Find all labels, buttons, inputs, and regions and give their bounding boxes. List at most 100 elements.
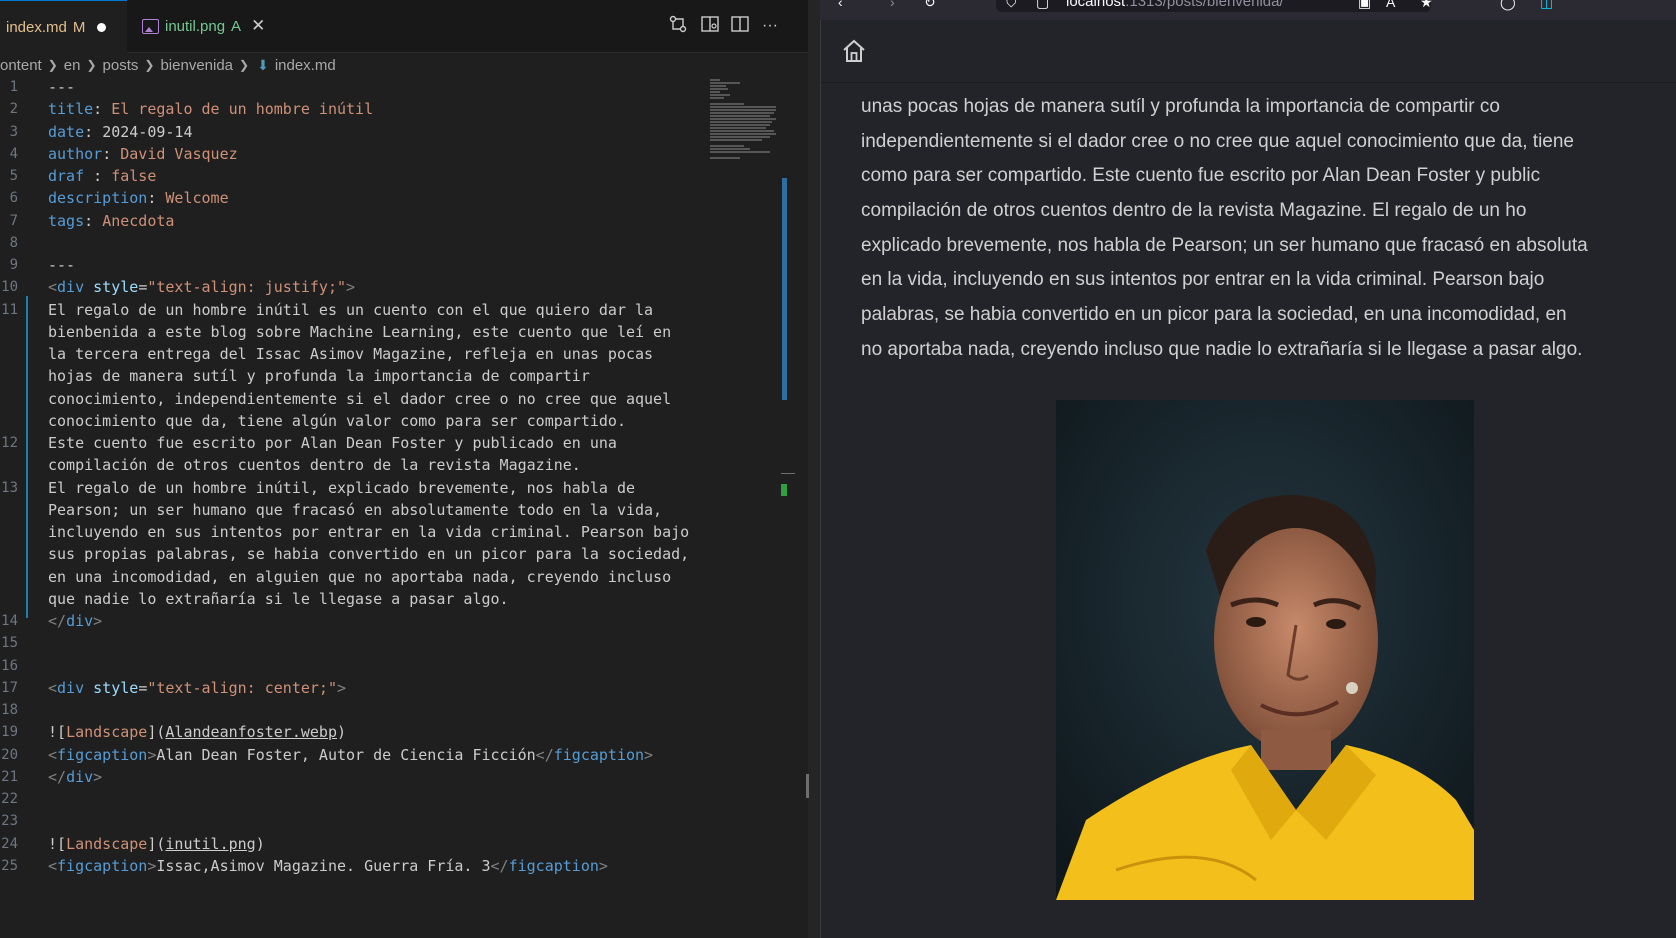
code-line[interactable]: ![Landscape](Alandeanfoster.webp) [48,723,346,741]
code-line[interactable]: </div> [48,612,102,630]
code-line[interactable]: El regalo de un hombre inútil, explicado… [48,479,635,497]
code-line[interactable]: Este cuento fue escrito por Alan Dean Fo… [48,434,617,452]
code-line[interactable]: ![Landscape](inutil.png) [48,835,265,853]
line-number: 7 [9,212,18,229]
open-preview-icon[interactable] [698,14,722,38]
code-line[interactable]: date: 2024-09-14 [48,123,193,141]
code-line[interactable]: <div style="text-align: center;"> [48,679,346,697]
code-line[interactable]: compilación de otros cuentos dentro de l… [48,456,581,474]
code-line[interactable]: description: Welcome [48,189,229,207]
code-line[interactable]: sus propias palabras, se habia convertid… [48,545,689,563]
code-line[interactable]: conocimiento que da, tiene algún valor c… [48,412,626,430]
tab-index-md[interactable]: index.md M [0,0,127,53]
line-number: 23 [1,813,18,830]
code-token: "text-align: center;" [147,678,337,697]
code-editor[interactable]: index.md M inutil.png A ✕ ··· ontent ❯ e… [0,0,808,938]
code-token: > [337,678,347,697]
breadcrumb-item[interactable]: bienvenida [160,57,233,74]
yaml-value: 2024-09-14 [102,122,193,141]
line-number: 5 [9,168,18,184]
account-icon[interactable]: ◯ [1500,0,1516,11]
code-line[interactable]: tags: Anecdota [48,212,174,230]
code-line[interactable]: bienbenida a este blog sobre Machine Lea… [48,323,671,341]
line-number: 12 [1,435,18,451]
editor-scrollbar[interactable] [782,178,787,400]
more-actions-icon[interactable]: ··· [758,14,782,38]
line-number: 16 [1,657,18,674]
code-line[interactable]: incluyendo en sus intentos por entrar en… [48,523,689,541]
forward-icon[interactable]: › [890,0,895,10]
chevron-right-icon: ❯ [239,58,250,72]
code-line[interactable]: El regalo de un hombre inútil es un cuen… [48,301,653,319]
code-line[interactable]: </div> [48,768,102,786]
code-line[interactable]: Pearson; un ser humano que fracasó en ab… [48,501,662,519]
code-line[interactable]: <div style="text-align: justify;"> [48,278,355,296]
code-line[interactable]: <figcaption>Issac,Asimov Magazine. Guerr… [48,857,608,875]
line-number: 11 [1,301,18,318]
line-number: 21 [1,768,18,785]
unsaved-dot-icon[interactable] [97,22,107,32]
code-line[interactable]: la tercera entrega del Issac Asimov Maga… [48,345,653,363]
reader-mode-icon[interactable]: ▣ [1358,0,1371,11]
breadcrumb-item[interactable]: ontent [0,57,42,74]
code-line[interactable]: --- [48,256,75,274]
code-line[interactable]: que nadie lo extrañaría si le llegase a … [48,590,509,608]
added-badge: A [231,17,242,35]
code-token: div [57,678,85,697]
url-path: :1313/posts/bienvenida/ [1125,0,1284,10]
code-line[interactable]: hojas de manera sutíl y profunda la impo… [48,367,590,385]
code-line[interactable]: --- [48,78,75,96]
reload-icon[interactable]: ↻ [924,0,936,11]
article-text-line: no aportaba nada, creyendo incluso que n… [861,338,1583,360]
yaml-key: description [48,189,148,208]
article-text-line: palabras, se habia convertido en un pico… [861,304,1567,326]
browser-window: ‹ › ↻ localhost:1313/posts/bienvenida/ ⛉… [820,0,1676,938]
page-icon[interactable]: ▢ [1036,0,1049,11]
image-file-icon [142,18,159,34]
breadcrumb-item[interactable]: posts [103,57,139,74]
line-number: 25 [1,857,18,874]
line-number: 1 [9,79,18,95]
code-token: figcaption [508,856,599,875]
pane-divider[interactable] [808,0,820,938]
breadcrumb-item[interactable]: en [64,57,81,74]
shield-icon[interactable]: ⛉ [1006,0,1017,11]
yaml-value: El regalo de un hombre inútil [111,100,374,119]
code-token: > [598,856,608,875]
line-number: 13 [1,479,18,496]
back-icon[interactable]: ‹ [838,0,843,10]
code-line[interactable]: author: David Vasquez [48,145,238,163]
chevron-right-icon: ❯ [144,58,155,72]
code-line[interactable]: en una incomodidad, en alguien que no ap… [48,568,671,586]
yaml-key: draf [48,167,85,185]
breadcrumb-item[interactable]: index.md [275,57,336,74]
code-token: </ [490,856,509,875]
pane-resize-handle[interactable] [806,774,809,798]
code-line[interactable]: conocimiento, independientemente si el d… [48,390,671,408]
code-token: div [66,767,94,786]
tab-label: inutil.png [165,17,226,35]
bookmark-star-icon[interactable]: ★ [1420,0,1433,11]
yaml-key: date [48,122,85,141]
extensions-icon[interactable]: ◫ [1540,0,1553,11]
split-editor-icon[interactable] [728,14,752,38]
tab-inutil-png[interactable]: inutil.png A ✕ [128,0,288,52]
code-token: figcaption [57,856,148,875]
code-token: "text-align: justify;" [147,278,347,297]
minimap[interactable] [708,79,780,159]
code-token: div [66,612,94,630]
code-line[interactable]: draf : false [48,167,156,185]
translate-icon[interactable]: A [1386,0,1395,10]
code-line[interactable]: <figcaption>Alan Dean Foster, Autor de C… [48,746,653,764]
code-token: style [84,278,139,297]
code-token: > [147,745,157,764]
close-icon[interactable]: ✕ [251,16,265,36]
code-line[interactable]: title: El regalo de un hombre inútil [48,100,373,118]
author-photo [1056,400,1474,900]
code-token: < [48,745,58,764]
compare-changes-icon[interactable] [666,14,690,38]
breadcrumb: ontent ❯ en ❯ posts ❯ bienvenida ❯ ⬇ ind… [0,52,808,78]
home-icon[interactable] [841,38,867,64]
article-body: unas pocas hojas de manera sutíl y profu… [861,90,1676,368]
code-token: style [84,678,139,697]
